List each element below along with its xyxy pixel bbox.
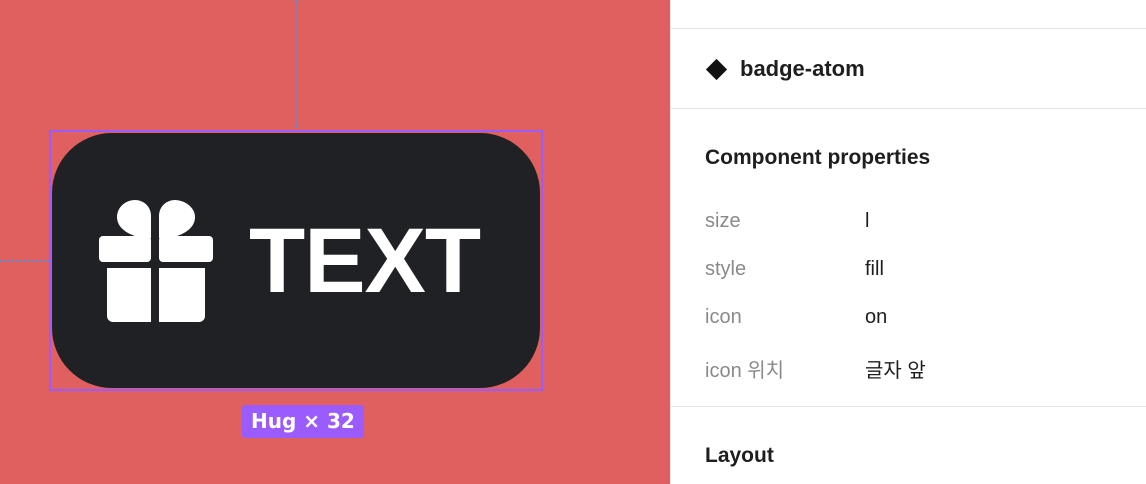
property-row-style[interactable]: style fill [705,258,1125,288]
property-label: size [705,210,741,232]
property-row-icon-position[interactable]: icon 위치 글자 앞 [705,354,1125,384]
property-value[interactable]: 글자 앞 [865,354,926,383]
component-name: badge-atom [740,56,865,81]
badge-component[interactable]: TEXT [52,133,540,388]
layout-section-title[interactable]: Layout [705,444,774,468]
panel-divider [671,28,1146,29]
vertical-spacing-guide [295,0,297,128]
property-value[interactable]: fill [865,258,884,281]
property-row-size[interactable]: size l [705,210,1125,240]
gift-icon [99,199,213,322]
property-value[interactable]: on [865,306,887,329]
design-canvas[interactable]: TEXT Hug × 32 [0,0,670,484]
badge-label: TEXT [249,209,481,312]
property-label: icon [705,306,742,328]
size-tag[interactable]: Hug × 32 [242,405,364,438]
horizontal-spacing-guide [0,260,50,262]
component-header[interactable]: badge-atom [705,56,865,82]
property-label: icon 위치 [705,360,785,382]
property-row-icon[interactable]: icon on [705,306,1125,336]
component-diamond-icon [705,58,728,80]
component-properties-title: Component properties [705,146,931,169]
inspector-panel: badge-atom Component properties size l s… [670,0,1146,484]
property-value[interactable]: l [865,210,869,233]
panel-top-row [671,0,1146,28]
panel-divider [671,406,1146,407]
property-label: style [705,258,747,280]
panel-divider [671,108,1146,109]
